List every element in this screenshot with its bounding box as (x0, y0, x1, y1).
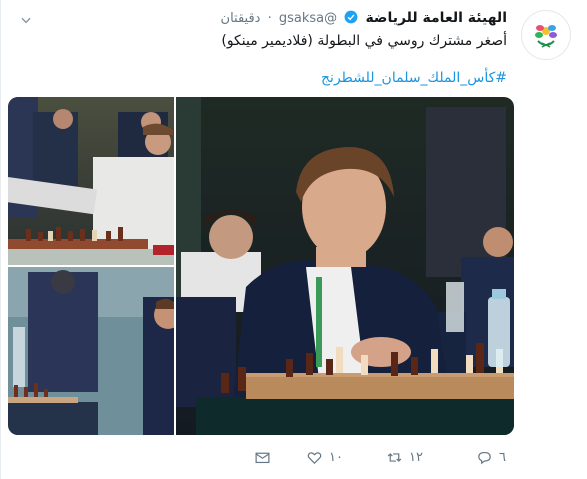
reply-count: ٦ (499, 450, 506, 465)
ministry-logo-icon (535, 25, 557, 48)
like-button[interactable]: ١٠ (306, 449, 343, 466)
tweet-text: أصغر مشترك روسي في البطولة (فلاديمير مين… (221, 33, 507, 49)
hashtag-link[interactable]: #كأس_الملك_سلمان_للشطرنج (321, 70, 507, 86)
tweet-actions: ٦ ١٢ ١٠ (1, 449, 587, 471)
photo-1[interactable] (8, 97, 174, 265)
account-avatar[interactable] (521, 10, 571, 60)
tweet-timestamp[interactable]: دقيقتان (221, 11, 261, 26)
media-grid (8, 97, 514, 435)
reply-icon (478, 451, 491, 465)
envelope-icon (255, 452, 270, 464)
retweet-icon (387, 453, 402, 462)
heart-icon (307, 452, 322, 465)
verified-badge-icon (344, 10, 358, 28)
chevron-down-icon[interactable] (19, 12, 33, 26)
retweet-count: ١٢ (409, 450, 423, 465)
photo-2[interactable] (8, 267, 174, 435)
display-name[interactable]: الهيئة العامة للرياضة (365, 10, 507, 26)
retweet-button[interactable]: ١٢ (386, 449, 423, 466)
photo-3[interactable] (176, 97, 514, 435)
separator-dot: · (267, 11, 272, 26)
tweet-header: الهيئة العامة للرياضة @gsaksa · دقيقتان (221, 10, 507, 28)
reply-button[interactable]: ٦ (476, 449, 506, 466)
account-handle[interactable]: @gsaksa (279, 11, 337, 26)
like-count: ١٠ (329, 450, 343, 465)
direct-message-button[interactable] (254, 449, 271, 466)
tweet-card: الهيئة العامة للرياضة @gsaksa · دقيقتان … (0, 0, 587, 479)
